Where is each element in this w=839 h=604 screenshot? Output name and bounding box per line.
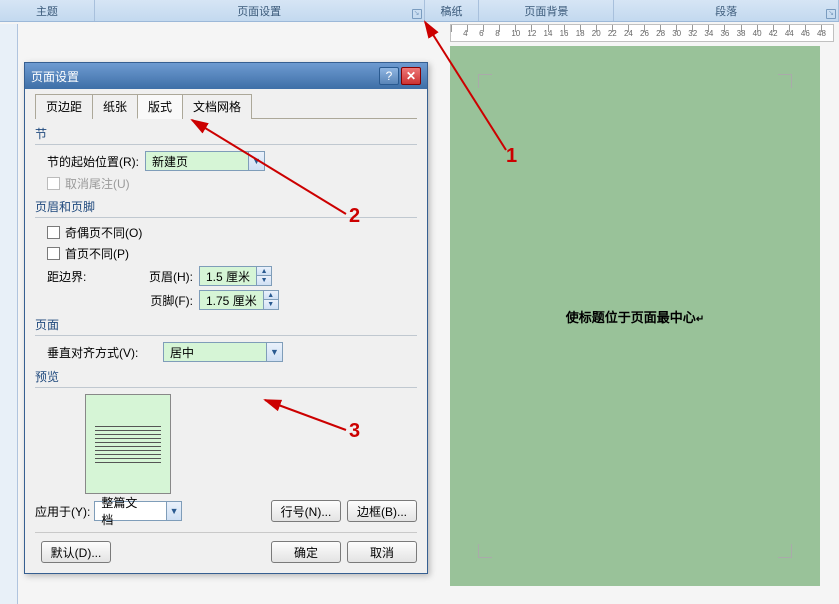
default-button[interactable]: 默认(D)...: [41, 541, 111, 563]
dialog-launcher-icon[interactable]: ↘: [412, 9, 422, 19]
valign-combo[interactable]: 居中▼: [163, 342, 283, 362]
document-page[interactable]: 使标题位于页面最中心↵: [450, 46, 820, 586]
tab-页边距[interactable]: 页边距: [35, 94, 93, 119]
distance-label: 距边界:: [47, 268, 127, 285]
cancel-button[interactable]: 取消: [347, 541, 417, 563]
preview-thumbnail: [85, 394, 171, 494]
chevron-down-icon[interactable]: ▼: [266, 343, 282, 361]
tab-纸张[interactable]: 纸张: [92, 94, 138, 119]
footer-distance-label: 页脚(F):: [133, 292, 193, 309]
ok-button[interactable]: 确定: [271, 541, 341, 563]
page-center-text: 使标题位于页面最中心↵: [566, 307, 704, 326]
page-setup-dialog: 页面设置 ? ✕ 页边距纸张版式文档网格 节 节的起始位置(R): 新建页▼ 取…: [24, 62, 428, 574]
suppress-endnotes-label: 取消尾注(U): [65, 175, 130, 192]
ribbon-group-段落[interactable]: 段落↘: [614, 0, 839, 21]
crop-mark: [478, 544, 492, 558]
chevron-down-icon[interactable]: ▼: [166, 502, 182, 520]
header-distance-spinner[interactable]: 1.5 厘米 ▲▼: [199, 266, 272, 286]
tab-文档网格[interactable]: 文档网格: [182, 94, 252, 119]
dialog-title-text: 页面设置: [31, 68, 79, 85]
first-page-diff-checkbox[interactable]: [47, 247, 60, 260]
preview-group-label: 预览: [35, 368, 417, 385]
ribbon-group-页面背景[interactable]: 页面背景: [479, 0, 614, 21]
first-page-diff-label: 首页不同(P): [65, 245, 129, 262]
crop-mark: [478, 74, 492, 88]
dialog-titlebar[interactable]: 页面设置 ? ✕: [25, 63, 427, 89]
suppress-endnotes-checkbox: [47, 177, 60, 190]
valign-label: 垂直对齐方式(V):: [47, 344, 157, 361]
dialog-tabs: 页边距纸张版式文档网格: [35, 93, 417, 119]
ribbon-group-稿纸[interactable]: 稿纸: [425, 0, 480, 21]
header-distance-label: 页眉(H):: [133, 268, 193, 285]
vertical-ruler: [0, 24, 18, 604]
annotation-2: 2: [349, 205, 360, 228]
ribbon: 主题页面设置↘稿纸页面背景段落↘: [0, 0, 839, 22]
close-button[interactable]: ✕: [401, 67, 421, 85]
ribbon-group-页面设置[interactable]: 页面设置↘: [95, 0, 425, 21]
odd-even-checkbox[interactable]: [47, 226, 60, 239]
section-group-label: 节: [35, 125, 417, 142]
apply-to-combo[interactable]: 整篇文档▼: [94, 501, 182, 521]
horizontal-ruler: 2468101214161820222426283032343638404244…: [450, 24, 834, 42]
borders-button[interactable]: 边框(B)...: [347, 500, 417, 522]
crop-mark: [778, 74, 792, 88]
tab-版式[interactable]: 版式: [137, 94, 183, 119]
spin-up-icon[interactable]: ▲: [264, 291, 278, 300]
spin-down-icon[interactable]: ▼: [257, 276, 271, 285]
section-start-label: 节的起始位置(R):: [47, 153, 139, 170]
crop-mark: [778, 544, 792, 558]
spin-up-icon[interactable]: ▲: [257, 267, 271, 276]
line-numbers-button[interactable]: 行号(N)...: [271, 500, 341, 522]
dialog-launcher-icon[interactable]: ↘: [826, 9, 836, 19]
apply-to-label: 应用于(Y):: [35, 503, 90, 520]
annotation-3: 3: [349, 420, 360, 443]
help-button[interactable]: ?: [379, 67, 399, 85]
page-group-label: 页面: [35, 316, 417, 333]
spin-down-icon[interactable]: ▼: [264, 300, 278, 309]
section-start-combo[interactable]: 新建页▼: [145, 151, 265, 171]
chevron-down-icon[interactable]: ▼: [248, 152, 264, 170]
annotation-1: 1: [506, 145, 517, 168]
footer-distance-spinner[interactable]: 1.75 厘米 ▲▼: [199, 290, 279, 310]
odd-even-label: 奇偶页不同(O): [65, 224, 142, 241]
ribbon-group-主题[interactable]: 主题: [0, 0, 95, 21]
